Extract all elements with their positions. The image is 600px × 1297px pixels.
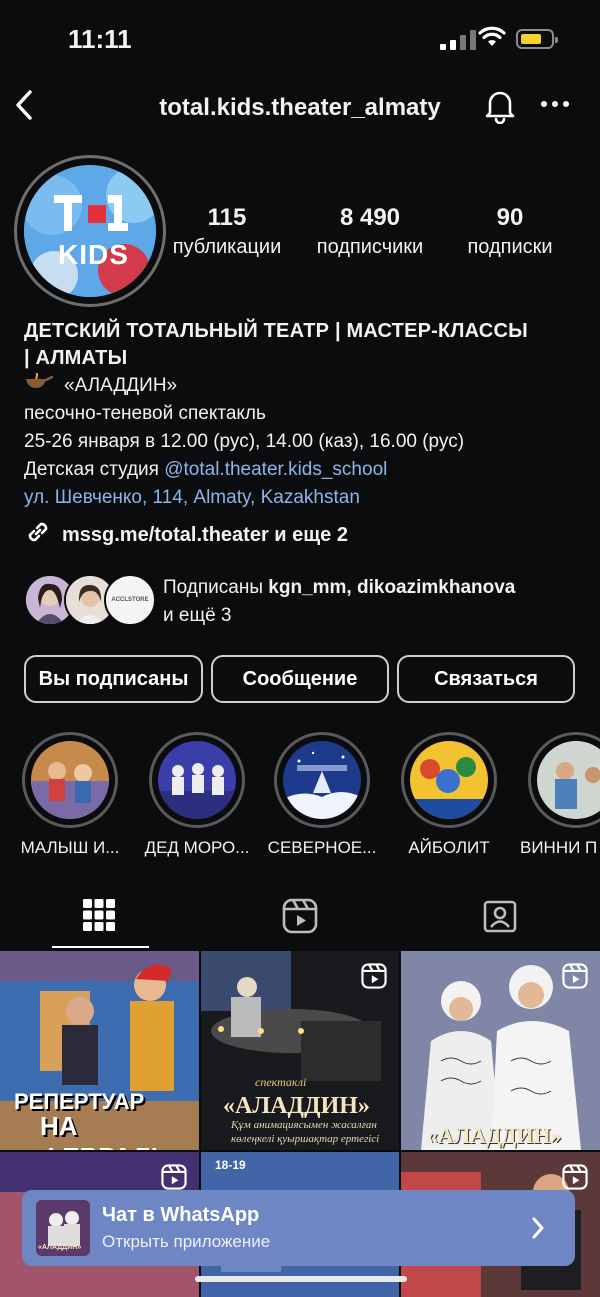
bio-line1: «АЛАДДИН» [24,371,584,400]
notifications-bell-icon[interactable] [482,86,518,129]
follower-avatar-3: ACCLSTORE [104,574,156,626]
highlight-ring [401,732,497,828]
avatar-logo-text: KIDS [58,239,129,270]
contact-button[interactable]: Связаться [397,655,575,703]
highlight-ring [22,732,118,828]
highlight-5[interactable]: ВИННИ П [514,732,600,858]
tab-reels[interactable] [282,898,318,939]
followed-by-names: kgn_mm, dikoazimkhanova [268,577,516,598]
bio-line3: 25-26 января в 12.00 (рус), 14.00 (каз),… [24,431,465,453]
bio-studio-label: Детская студия [24,459,165,481]
display-name-line2: | АЛМАТЫ [24,347,128,369]
cellular-signal-icon [440,30,476,50]
bio-location-link[interactable]: ул. Шевченко, 114, Almaty, Kazakhstan [24,484,584,512]
bio-line2: песочно-теневой спектакль [24,403,266,425]
stat-posts-label: публикации [172,236,282,258]
stat-following[interactable]: 90 подписки [452,204,568,259]
stat-followers-value: 8 490 [339,204,401,231]
post-tile-2[interactable]: спектаклі «АЛАДДИН» Құм анимациясымен жа… [201,951,399,1150]
bio-show-title: «АЛАДДИН» [64,375,178,397]
highlight-label: МАЛЫШ И... [20,838,120,857]
stat-posts[interactable]: 115 публикации [164,204,290,259]
bio-line4: Детская студия @total.theater.kids_schoo… [24,456,584,484]
post-1-caption-line2: НА ФЕВРАЛЬ [40,1111,169,1150]
highlight-cover [537,741,600,819]
chevron-right-icon [530,1216,546,1245]
highlight-label: ДЕД МОРО... [144,838,250,857]
highlight-3[interactable]: СЕВЕРНОЕ... [262,732,382,858]
highlight-ring [149,732,245,828]
reel-indicator-icon [361,963,387,994]
followed-by-prefix: Подписаны [163,577,269,598]
whatsapp-chat-banner[interactable]: «АЛАДДИН» Чат в WhatsApp Открыть приложе… [22,1190,575,1266]
tab-tagged[interactable] [482,898,518,939]
stat-following-value: 90 [496,204,524,231]
reel-indicator-icon [562,963,588,994]
stat-followers[interactable]: 8 490 подписчики [302,204,438,259]
post-2-title: «АЛАДДИН» [223,1093,370,1119]
highlight-label: ВИННИ П [520,838,598,857]
message-button[interactable]: Сообщение [211,655,389,703]
highlight-label: СЕВЕРНОЕ... [267,838,377,857]
followed-by-suffix: и ещё 3 [163,605,232,626]
profile-bio: «АЛАДДИН» песочно-теневой спектакль 25-2… [24,371,584,512]
link-icon [24,518,52,552]
post-tile-1[interactable]: РЕПЕРТУАР НА ФЕВРАЛЬ [0,951,199,1150]
battery-icon [516,29,558,49]
post-2-sub2: көлеңкелі қуыршақтар ертегісі [231,1133,380,1145]
external-link-text: mssg.me/total.theater и еще 2 [62,523,348,546]
highlight-cover [410,741,488,819]
follower-avatar-3-text: ACCLSTORE [111,597,149,603]
wifi-icon [478,26,506,53]
post-2-sub1: Құм анимациясымен жасалған [231,1119,377,1131]
followed-by-avatars[interactable]: ACCLSTORE [24,574,156,626]
banner-subtitle: Открыть приложение [102,1232,271,1251]
stat-following-label: подписки [467,236,553,258]
highlight-cover [283,741,361,819]
followed-by-text[interactable]: Подписаны kgn_mm, dikoazimkhanova и ещё … [163,574,583,630]
external-link-row[interactable]: mssg.me/total.theater и еще 2 [24,518,348,552]
oil-lamp-icon [24,371,54,400]
grid-icon [83,899,115,931]
tab-posts-grid[interactable] [82,898,116,937]
highlight-ring [274,732,370,828]
highlight-ring [528,732,600,828]
post-tile-3[interactable]: «АЛАДДИН» [401,951,600,1150]
post-5-date: 18-19 [215,1158,246,1172]
banner-thumbnail-text: «АЛАДДИН» [38,1244,82,1251]
more-options-icon[interactable] [540,96,570,114]
following-button[interactable]: Вы подписаны [24,655,203,703]
profile-avatar[interactable]: KIDS [24,165,156,297]
highlight-2[interactable]: ДЕД МОРО... [137,732,257,858]
bio-mention-link[interactable]: @total.theater.kids_school [164,459,387,480]
banner-thumbnail: «АЛАДДИН» [36,1200,90,1256]
stat-posts-value: 115 [207,204,247,231]
highlight-cover [158,741,236,819]
home-indicator [195,1276,407,1282]
stat-followers-label: подписчики [316,236,424,258]
status-time: 11:11 [68,24,132,54]
tagged-person-icon [483,900,517,933]
highlight-cover [31,741,109,819]
post-2-small-label: спектаклі [255,1075,307,1089]
banner-title: Чат в WhatsApp [102,1204,260,1226]
highlight-1[interactable]: МАЛЫШ И... [10,732,130,858]
reels-icon [282,898,318,934]
display-name-line1: ДЕТСКИЙ ТОТАЛЬНЫЙ ТЕАТР | МАСТЕР-КЛАССЫ [24,320,528,342]
post-3-title: «АЛАДДИН» [427,1123,562,1148]
highlight-4[interactable]: АЙБОЛИТ [389,732,509,858]
profile-display-name: ДЕТСКИЙ ТОТАЛЬНЫЙ ТЕАТР | МАСТЕР-КЛАССЫ … [24,318,584,372]
highlight-label: АЙБОЛИТ [408,838,490,857]
active-tab-indicator [52,946,149,948]
